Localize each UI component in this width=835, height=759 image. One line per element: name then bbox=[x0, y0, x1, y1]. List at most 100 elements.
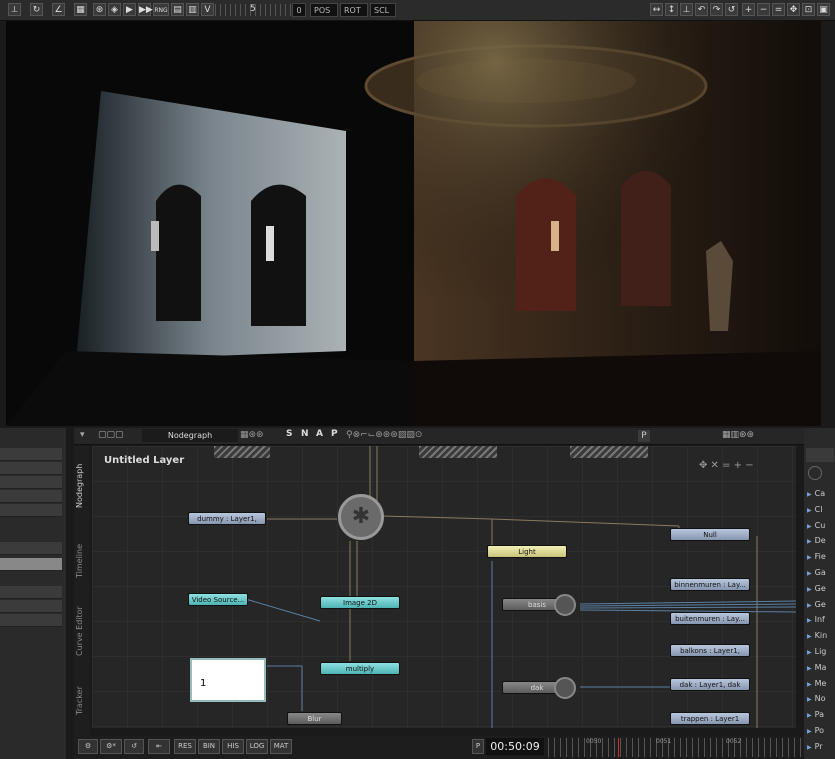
expand-triangle-icon[interactable]: ▶ bbox=[807, 617, 812, 624]
fit-icon[interactable]: ⊡ bbox=[802, 3, 815, 16]
library-item[interactable]: ▶ Ge bbox=[807, 584, 826, 593]
library-item[interactable]: ▶ Lig bbox=[807, 647, 826, 656]
move-v-icon[interactable]: ↕ bbox=[665, 3, 678, 16]
expand-triangle-icon[interactable]: ▶ bbox=[807, 538, 812, 545]
library-item[interactable]: ▶ Ma bbox=[807, 663, 826, 672]
plus-icon[interactable]: + bbox=[742, 3, 755, 16]
menu-icon[interactable]: ▾ bbox=[80, 430, 85, 440]
expand-triangle-icon[interactable]: ▶ bbox=[807, 649, 812, 656]
library-item[interactable]: ▶ No bbox=[807, 694, 826, 703]
expand-triangle-icon[interactable]: ▶ bbox=[807, 570, 812, 577]
v-icon[interactable]: V bbox=[201, 3, 214, 16]
value-preview-node[interactable]: 1 bbox=[190, 658, 266, 702]
library-item[interactable]: ▶ Fie bbox=[807, 552, 826, 561]
node-balkons[interactable]: balkons : Layer1, bbox=[670, 644, 750, 657]
property-dropdown[interactable] bbox=[0, 542, 62, 555]
library-item[interactable]: ▶ Ga bbox=[807, 568, 826, 577]
expand-triangle-icon[interactable]: ▶ bbox=[807, 507, 812, 514]
windows-icon[interactable]: ▢▢▢ bbox=[98, 430, 124, 440]
pan-icon[interactable]: ✥ bbox=[787, 3, 800, 16]
library-item[interactable]: ▶ Pa bbox=[807, 710, 824, 719]
undo-icon[interactable]: ↶ bbox=[695, 3, 708, 16]
minus-icon[interactable]: − bbox=[757, 3, 770, 16]
3d-viewport[interactable] bbox=[6, 21, 821, 426]
expand-triangle-icon[interactable]: ▶ bbox=[807, 744, 812, 751]
play-icon[interactable]: ▶ bbox=[123, 3, 136, 16]
pin-button[interactable]: P bbox=[638, 430, 650, 442]
nodegraph-canvas[interactable]: Untitled Layer ✥ ✕ = + − ✱ dummy: Layer… bbox=[92, 446, 796, 728]
snap-s[interactable]: S bbox=[286, 429, 292, 439]
node-dak-layer[interactable]: dak : Layer1, dak bbox=[670, 678, 750, 691]
prev-icon[interactable]: ◈ bbox=[108, 3, 121, 16]
grid-icon[interactable]: ▦ bbox=[74, 3, 87, 16]
graph-icon[interactable]: ∠ bbox=[52, 3, 65, 16]
redo-icon[interactable]: ↷ bbox=[710, 3, 723, 16]
tab-tracker[interactable]: Tracker bbox=[75, 676, 89, 726]
node-video-source[interactable]: Video Source... bbox=[188, 593, 248, 606]
library-item[interactable]: ▶ De bbox=[807, 536, 826, 545]
res-button[interactable]: RES bbox=[174, 739, 196, 754]
layers-icon[interactable]: ▥ bbox=[186, 3, 199, 16]
back-icon[interactable]: ⇤ bbox=[148, 739, 170, 754]
node-trappen[interactable]: trappen : Layer1 bbox=[670, 712, 750, 725]
expand-triangle-icon[interactable]: ▶ bbox=[807, 681, 812, 688]
expand-triangle-icon[interactable]: ▶ bbox=[807, 696, 812, 703]
bin-button[interactable]: BIN bbox=[198, 739, 220, 754]
library-item[interactable]: ▶ Pr bbox=[807, 742, 823, 751]
node-blur[interactable]: Blur bbox=[287, 712, 342, 725]
tool-icons[interactable]: ▦⊛⊛ bbox=[240, 430, 264, 440]
rotate-icon[interactable]: ↻ bbox=[30, 3, 43, 16]
property-dropdown[interactable] bbox=[0, 614, 62, 627]
equals-icon[interactable]: = bbox=[772, 3, 785, 16]
property-row[interactable] bbox=[0, 462, 62, 475]
node-binnenmuren[interactable]: binnenmuren : Lay... bbox=[670, 578, 750, 591]
timeline-ruler[interactable]: 0050 0051 0052 bbox=[548, 738, 804, 757]
node-light[interactable]: Light bbox=[487, 545, 567, 558]
tab-timeline[interactable]: Timeline bbox=[75, 536, 89, 586]
expand-triangle-icon[interactable]: ▶ bbox=[807, 491, 812, 498]
node-null[interactable]: Null bbox=[670, 528, 750, 541]
node-dummy[interactable]: dummy : Layer1, bbox=[188, 512, 266, 525]
library-item[interactable]: ▶ Kin bbox=[807, 631, 827, 640]
axis-icon[interactable]: ⟂ bbox=[8, 3, 21, 16]
expand-triangle-icon[interactable]: ▶ bbox=[807, 523, 812, 530]
library-search-field[interactable] bbox=[806, 448, 834, 462]
node-multiply[interactable]: multiply bbox=[320, 662, 400, 675]
library-item[interactable]: ▶ Cl bbox=[807, 505, 822, 514]
loop-icon[interactable]: ↺ bbox=[124, 739, 144, 754]
fullscreen-icon[interactable]: ▣ bbox=[817, 3, 830, 16]
snap-n[interactable]: N bbox=[301, 429, 309, 439]
expand-triangle-icon[interactable]: ▶ bbox=[807, 633, 812, 640]
counter-field[interactable]: 0 bbox=[292, 3, 306, 17]
playhead[interactable] bbox=[618, 738, 619, 757]
property-slider[interactable] bbox=[0, 558, 62, 571]
property-row[interactable] bbox=[0, 504, 62, 517]
property-dropdown[interactable] bbox=[0, 586, 62, 599]
library-filter-icon[interactable] bbox=[808, 466, 822, 480]
settings-gear-icon[interactable]: ⚙ bbox=[78, 739, 98, 754]
library-item[interactable]: ▶ Ge bbox=[807, 600, 826, 609]
view-icons[interactable]: ▦▥⊛⊛ bbox=[722, 430, 754, 440]
expand-triangle-icon[interactable]: ▶ bbox=[807, 712, 812, 719]
snap-a[interactable]: A bbox=[316, 429, 323, 439]
play-fast-icon[interactable]: ▶▶ bbox=[138, 3, 153, 16]
expand-triangle-icon[interactable]: ▶ bbox=[807, 554, 812, 561]
log-button[interactable]: LOG bbox=[246, 739, 268, 754]
tab-pos[interactable]: POS bbox=[310, 3, 338, 17]
record-icon[interactable]: ⊛ bbox=[93, 3, 106, 16]
library-item[interactable]: ▶ Cu bbox=[807, 521, 825, 530]
move-h-icon[interactable]: ↔ bbox=[650, 3, 663, 16]
save-icon[interactable]: ▤ bbox=[171, 3, 184, 16]
property-row[interactable] bbox=[0, 490, 62, 503]
library-item[interactable]: ▶ Inf bbox=[807, 615, 825, 624]
expand-triangle-icon[interactable]: ▶ bbox=[807, 586, 812, 593]
hub-gear-icon[interactable]: ✱ bbox=[338, 494, 384, 540]
align-icon[interactable]: ⊥ bbox=[680, 3, 693, 16]
expand-triangle-icon[interactable]: ▶ bbox=[807, 728, 812, 735]
tab-curve-editor[interactable]: Curve Editor bbox=[75, 596, 89, 666]
expand-triangle-icon[interactable]: ▶ bbox=[807, 602, 812, 609]
timecode-display[interactable]: 00:50:09 bbox=[486, 738, 544, 755]
property-row[interactable] bbox=[0, 476, 62, 489]
library-item[interactable]: ▶ Po bbox=[807, 726, 824, 735]
tab-nodegraph[interactable]: Nodegraph bbox=[75, 456, 89, 516]
